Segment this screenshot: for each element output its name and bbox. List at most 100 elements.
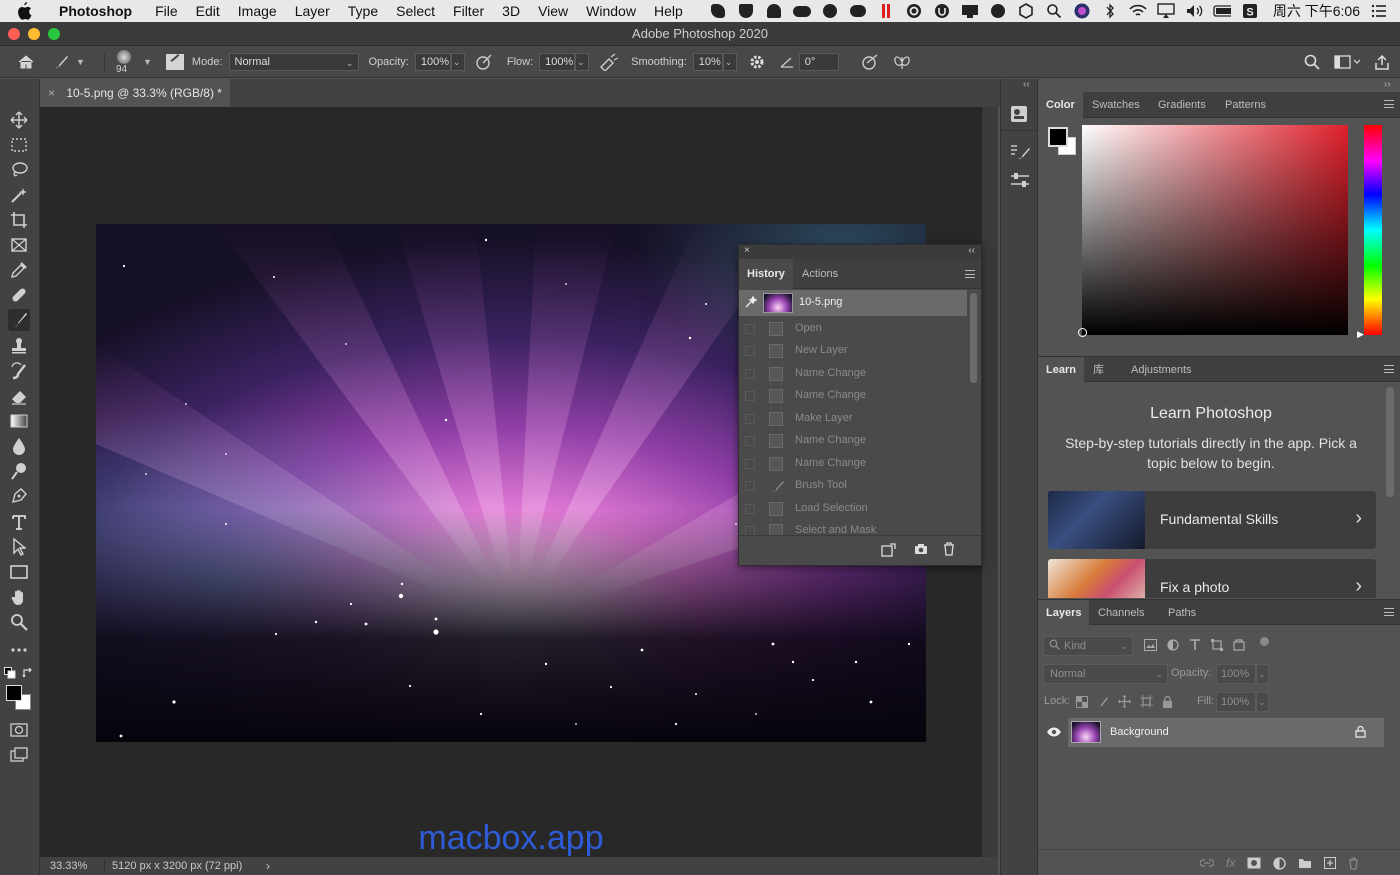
eyedropper-tool-icon[interactable] <box>8 259 30 281</box>
workspace-switcher-icon[interactable] <box>1334 54 1360 69</box>
lock-all-icon[interactable] <box>1162 695 1173 708</box>
tab-swatches[interactable]: Swatches <box>1084 92 1148 118</box>
tab-adjustments[interactable]: Adjustments <box>1123 357 1200 383</box>
layer-opacity-dropdown[interactable]: ⌄ <box>1256 664 1269 684</box>
tab-libraries[interactable]: 库 <box>1085 357 1112 383</box>
speed-tray-icon[interactable] <box>989 3 1007 19</box>
screen-mode-icon[interactable] <box>8 744 30 766</box>
flow-input[interactable]: 100% <box>539 52 576 71</box>
cloud-tray-icon[interactable] <box>792 3 811 19</box>
history-state-row[interactable]: Name Change <box>739 363 967 385</box>
lock-position-icon[interactable] <box>1118 695 1131 708</box>
new-layer-icon[interactable] <box>1324 857 1337 869</box>
wechat-tray-icon[interactable] <box>849 3 867 19</box>
symmetry-butterfly-icon[interactable] <box>893 54 911 70</box>
panel-menu-icon[interactable] <box>1384 365 1394 373</box>
tool-preset-picker[interactable]: ▼ <box>52 54 96 70</box>
close-tab-icon[interactable]: × <box>48 86 55 100</box>
marquee-tool-icon[interactable] <box>8 134 30 156</box>
panel-menu-icon[interactable] <box>1384 608 1394 616</box>
squirrel-tray-icon[interactable] <box>709 3 727 19</box>
lock-image-pixels-icon[interactable] <box>1097 696 1109 708</box>
shield-tray-icon[interactable] <box>737 3 755 19</box>
path-selection-tool-icon[interactable] <box>8 536 30 558</box>
panel-menu-icon[interactable] <box>965 270 975 278</box>
close-panel-icon[interactable]: × <box>744 245 750 256</box>
canvas-vertical-scrollbar[interactable] <box>982 107 998 857</box>
rectangle-tool-icon[interactable] <box>8 561 30 583</box>
add-mask-icon[interactable] <box>1247 857 1261 869</box>
menu-edit[interactable]: Edit <box>196 3 220 19</box>
history-brush-tool-icon[interactable] <box>8 360 30 382</box>
more-tools-icon[interactable] <box>8 639 30 661</box>
wifi-icon[interactable] <box>1129 3 1147 19</box>
menu-list-icon[interactable] <box>1370 3 1388 19</box>
history-scrollbar-thumb[interactable] <box>970 293 977 383</box>
home-icon[interactable] <box>0 54 52 70</box>
panel-menu-icon[interactable] <box>1384 100 1394 108</box>
link-layers-icon[interactable] <box>1200 858 1214 868</box>
filter-type-layers-icon[interactable] <box>1189 639 1201 651</box>
filter-adjustment-layers-icon[interactable] <box>1167 639 1179 651</box>
lock-transparent-pixels-icon[interactable] <box>1076 695 1088 708</box>
brush-presets-panel-icon[interactable] <box>1010 143 1030 161</box>
history-state-row[interactable]: Load Selection <box>739 498 967 520</box>
menu-image[interactable]: Image <box>238 3 277 19</box>
flow-dropdown[interactable]: ⌄ <box>575 52 590 71</box>
bluetooth-icon[interactable] <box>1101 3 1119 19</box>
airbrush-icon[interactable] <box>599 53 619 71</box>
swap-colors-icon[interactable] <box>22 667 34 679</box>
new-adjustment-layer-icon[interactable] <box>1273 856 1286 870</box>
gradient-tool-icon[interactable] <box>8 410 30 432</box>
history-snapshot-row[interactable]: 10-5.png <box>739 290 967 316</box>
chevron-right-icon[interactable]: › <box>266 857 270 875</box>
menu-view[interactable]: View <box>538 3 568 19</box>
filter-shape-layers-icon[interactable] <box>1211 639 1223 651</box>
menu-file[interactable]: File <box>155 3 178 19</box>
spotlight-icon[interactable] <box>1045 3 1063 19</box>
quick-selection-tool-icon[interactable] <box>8 184 30 206</box>
libraries-panel-icon[interactable] <box>1001 99 1037 131</box>
history-state-row[interactable]: New Layer <box>739 340 967 362</box>
airplay-icon[interactable] <box>1157 3 1175 19</box>
bell-tray-icon[interactable] <box>765 3 783 19</box>
lasso-tool-icon[interactable] <box>8 159 30 181</box>
trash-icon[interactable] <box>1348 856 1359 870</box>
hue-slider[interactable]: ▶ <box>1357 125 1382 339</box>
smoothing-input[interactable]: 10% <box>692 52 723 71</box>
learn-card-fix-a-photo[interactable]: Fix a photo › <box>1048 559 1376 598</box>
opacity-input[interactable]: 100% <box>414 52 451 71</box>
menu-help[interactable]: Help <box>654 3 683 19</box>
menu-filter[interactable]: Filter <box>453 3 484 19</box>
tab-learn[interactable]: Learn <box>1038 357 1084 383</box>
tab-channels[interactable]: Channels <box>1090 600 1152 626</box>
learn-scrollbar-thumb[interactable] <box>1386 387 1394 497</box>
menubar-clock[interactable]: 周六 下午6:06 <box>1273 1 1360 21</box>
pause-tray-icon[interactable] <box>877 3 895 19</box>
history-brush-source-icon[interactable] <box>744 295 758 309</box>
dodge-tool-icon[interactable] <box>8 460 30 482</box>
menu-layer[interactable]: Layer <box>295 3 330 19</box>
healing-brush-tool-icon[interactable] <box>8 284 30 306</box>
layer-name[interactable]: Background <box>1110 726 1169 738</box>
menu-type[interactable]: Type <box>348 3 378 19</box>
history-state-row[interactable]: Select and Mask <box>739 520 967 535</box>
frame-tool-icon[interactable] <box>8 234 30 256</box>
angle-icon[interactable] <box>779 55 795 69</box>
color-picker-handle[interactable] <box>1078 328 1087 337</box>
search-icon[interactable] <box>1304 54 1320 70</box>
battery-icon[interactable] <box>1213 3 1231 19</box>
learn-card-fundamental-skills[interactable]: Fundamental Skills › <box>1048 491 1376 549</box>
history-state-row[interactable]: Make Layer <box>739 408 967 430</box>
brush-size-picker[interactable]: 94 <box>113 47 137 77</box>
lock-artboard-icon[interactable] <box>1140 695 1153 708</box>
input-method-icon[interactable]: S <box>1241 3 1259 19</box>
tab-gradients[interactable]: Gradients <box>1150 92 1214 118</box>
pressure-opacity-icon[interactable] <box>475 53 493 71</box>
layer-row-background[interactable]: Background <box>1068 718 1384 747</box>
document-info[interactable]: 5120 px x 3200 px (72 ppi) <box>112 857 242 875</box>
quick-mask-icon[interactable] <box>8 719 30 741</box>
saturation-brightness-field[interactable] <box>1078 125 1348 337</box>
eraser-tool-icon[interactable] <box>8 385 30 407</box>
volume-icon[interactable] <box>1185 3 1203 19</box>
